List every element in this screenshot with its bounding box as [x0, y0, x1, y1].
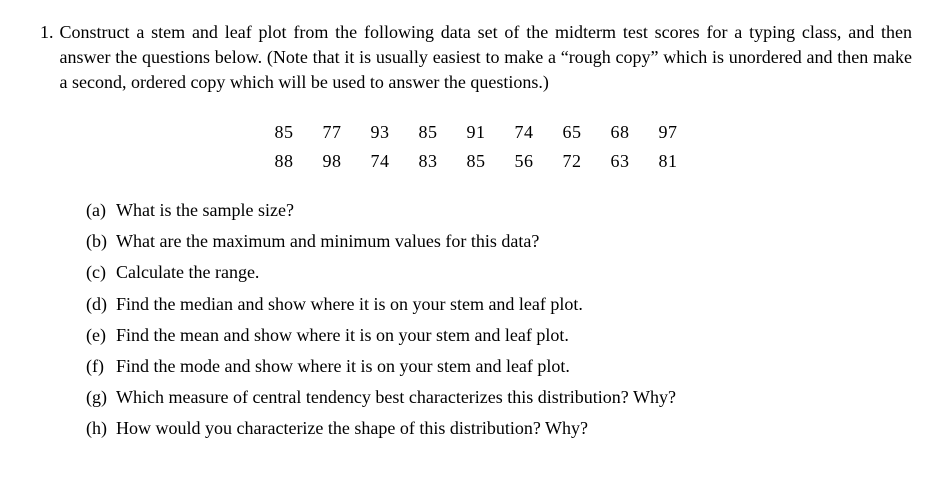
data-value: 63: [611, 149, 630, 174]
subpart-h: (h) How would you characterize the shape…: [86, 416, 912, 441]
subpart-label: (e): [86, 323, 116, 348]
subpart-label: (g): [86, 385, 116, 410]
data-value: 97: [659, 120, 678, 145]
data-value: 88: [275, 149, 294, 174]
subpart-label: (b): [86, 229, 116, 254]
data-value: 68: [611, 120, 630, 145]
subpart-f: (f) Find the mode and show where it is o…: [86, 354, 912, 379]
data-value: 91: [467, 120, 486, 145]
subpart-text: What is the sample size?: [116, 198, 294, 223]
data-value: 98: [323, 149, 342, 174]
data-value: 56: [515, 149, 534, 174]
subpart-a: (a) What is the sample size?: [86, 198, 912, 223]
subpart-text: How would you characterize the shape of …: [116, 416, 588, 441]
data-value: 85: [275, 120, 294, 145]
data-value: 85: [419, 120, 438, 145]
subpart-b: (b) What are the maximum and minimum val…: [86, 229, 912, 254]
subpart-text: Calculate the range.: [116, 260, 259, 285]
subpart-e: (e) Find the mean and show where it is o…: [86, 323, 912, 348]
subpart-d: (d) Find the median and show where it is…: [86, 292, 912, 317]
subpart-label: (d): [86, 292, 116, 317]
subpart-text: What are the maximum and minimum values …: [116, 229, 539, 254]
dataset-row-2: 88 98 74 83 85 56 72 63 81: [40, 149, 912, 174]
data-value: 93: [371, 120, 390, 145]
subpart-c: (c) Calculate the range.: [86, 260, 912, 285]
problem-text: Construct a stem and leaf plot from the …: [60, 20, 913, 96]
problem-1: 1. Construct a stem and leaf plot from t…: [40, 20, 912, 96]
data-value: 72: [563, 149, 582, 174]
subpart-label: (f): [86, 354, 116, 379]
data-value: 65: [563, 120, 582, 145]
dataset-row-1: 85 77 93 85 91 74 65 68 97: [40, 120, 912, 145]
data-value: 74: [371, 149, 390, 174]
problem-number: 1.: [40, 20, 54, 45]
subpart-text: Find the mode and show where it is on yo…: [116, 354, 570, 379]
data-value: 85: [467, 149, 486, 174]
subpart-text: Which measure of central tendency best c…: [116, 385, 676, 410]
subpart-label: (h): [86, 416, 116, 441]
subpart-text: Find the mean and show where it is on yo…: [116, 323, 569, 348]
subpart-label: (a): [86, 198, 116, 223]
dataset: 85 77 93 85 91 74 65 68 97 88 98 74 83 8…: [40, 120, 912, 174]
subpart-text: Find the median and show where it is on …: [116, 292, 583, 317]
data-value: 83: [419, 149, 438, 174]
data-value: 81: [659, 149, 678, 174]
data-value: 77: [323, 120, 342, 145]
subparts-list: (a) What is the sample size? (b) What ar…: [86, 198, 912, 442]
subpart-g: (g) Which measure of central tendency be…: [86, 385, 912, 410]
subpart-label: (c): [86, 260, 116, 285]
data-value: 74: [515, 120, 534, 145]
